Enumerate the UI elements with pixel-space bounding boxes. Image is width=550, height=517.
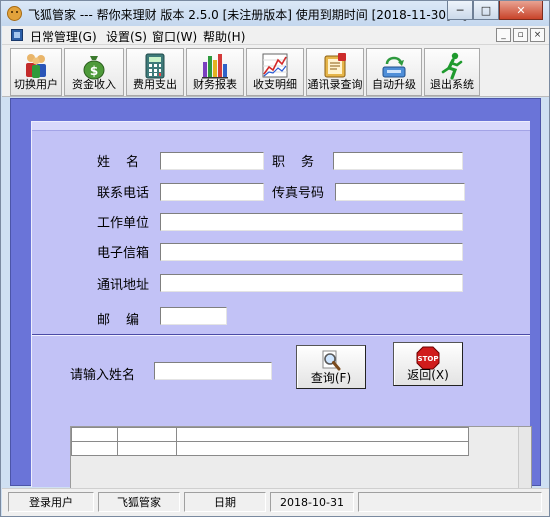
auto-upgrade-button[interactable]: 自动升级 (366, 48, 422, 96)
financial-report-label: 财务报表 (193, 78, 237, 91)
app-window: 飞狐管家 --- 帮你来理财 版本 2.5.0 [未注册版本] 使用到期时间 [… (0, 0, 550, 517)
exit-system-button[interactable]: 退出系统 (424, 48, 480, 96)
switch-user-label: 切换用户 (14, 78, 58, 91)
status-date-label: 日期 (184, 492, 266, 512)
financial-report-button[interactable]: 财务报表 (186, 48, 244, 96)
name-field[interactable] (160, 152, 264, 170)
menu-daily-management[interactable]: 日常管理(G) (30, 28, 97, 45)
expense-label: 费用支出 (133, 78, 177, 91)
zip-label: 邮编 (97, 313, 156, 328)
mdi-workspace: 姓名 职务 联系电话 传真号码 工作单位 电子信箱 通讯地址 邮编 请输入姓名 (10, 98, 541, 510)
back-button-label: 返回(X) (407, 368, 449, 382)
query-button-label: 查询(F) (310, 371, 352, 385)
window-controls: ─ □ ✕ (447, 1, 543, 21)
title-bar[interactable]: 飞狐管家 --- 帮你来理财 版本 2.5.0 [未注册版本] 使用到期时间 [… (1, 1, 549, 26)
form-divider (32, 334, 530, 336)
stop-sign-text: STOP (418, 355, 439, 363)
name-label: 姓名 (97, 155, 156, 170)
position-field[interactable] (333, 152, 463, 170)
menu-settings[interactable]: 设置(S) (106, 28, 147, 45)
income-button[interactable]: $ 资金收入 (64, 48, 124, 96)
mdi-document-icon[interactable] (11, 29, 23, 41)
toolbar: 切换用户 $ 资金收入 费用支出 财务报表 收支明细 通讯录查询 自动升级 退出… (2, 45, 549, 97)
search-prompt-label: 请输入姓名 (70, 368, 136, 383)
status-app-name: 飞狐管家 (98, 492, 180, 512)
expense-button[interactable]: 费用支出 (126, 48, 184, 96)
phone-label: 联系电话 (97, 186, 150, 201)
address-field[interactable] (160, 274, 463, 292)
contact-query-button[interactable]: 通讯录查询 (306, 48, 364, 96)
zip-field[interactable] (160, 307, 227, 325)
maximize-button[interactable]: □ (473, 1, 499, 20)
exit-system-label: 退出系统 (430, 78, 474, 91)
position-label: 职务 (272, 155, 331, 170)
address-label: 通讯地址 (97, 278, 150, 293)
fax-label: 传真号码 (272, 186, 325, 201)
email-label: 电子信箱 (97, 246, 150, 261)
query-button[interactable]: 查询(F) (296, 345, 366, 389)
contact-query-label: 通讯录查询 (307, 78, 363, 91)
search-name-input[interactable] (154, 362, 272, 380)
phone-field[interactable] (160, 183, 264, 201)
status-login-user: 登录用户 (8, 492, 94, 512)
auto-upgrade-label: 自动升级 (372, 78, 416, 91)
switch-user-button[interactable]: 切换用户 (10, 48, 62, 96)
status-bar: 登录用户 飞狐管家 日期 2018-10-31 (2, 488, 549, 516)
menu-window[interactable]: 窗口(W) (152, 28, 197, 45)
company-label: 工作单位 (97, 216, 150, 231)
table-header-row (71, 427, 469, 442)
transaction-detail-label: 收支明细 (253, 78, 297, 91)
table-row[interactable] (71, 441, 469, 456)
status-date-value: 2018-10-31 (270, 492, 354, 512)
company-field[interactable] (160, 213, 463, 231)
close-button[interactable]: ✕ (499, 1, 543, 20)
menu-help[interactable]: 帮助(H) (203, 28, 245, 45)
back-button[interactable]: STOP 返回(X) (393, 342, 463, 386)
menu-bar: 日常管理(G) 设置(S) 窗口(W) 帮助(H) _ ▫ × (2, 26, 549, 45)
transaction-detail-button[interactable]: 收支明细 (246, 48, 304, 96)
mdi-controls: _ ▫ × (496, 28, 545, 42)
email-field[interactable] (160, 243, 463, 261)
mdi-close-button[interactable]: × (530, 28, 545, 42)
mdi-restore-button[interactable]: ▫ (513, 28, 528, 42)
fox-app-icon (7, 6, 22, 21)
contact-query-panel: 姓名 职务 联系电话 传真号码 工作单位 电子信箱 通讯地址 邮编 请输入姓名 (31, 121, 532, 510)
results-table (71, 427, 469, 456)
status-extra (358, 492, 542, 512)
mdi-minimize-button[interactable]: _ (496, 28, 511, 42)
minimize-button[interactable]: ─ (447, 1, 473, 20)
fax-field[interactable] (335, 183, 465, 201)
window-title: 飞狐管家 --- 帮你来理财 版本 2.5.0 [未注册版本] 使用到期时间 [… (28, 8, 491, 22)
income-label: 资金收入 (72, 78, 116, 91)
panel-header-strip (32, 122, 530, 131)
